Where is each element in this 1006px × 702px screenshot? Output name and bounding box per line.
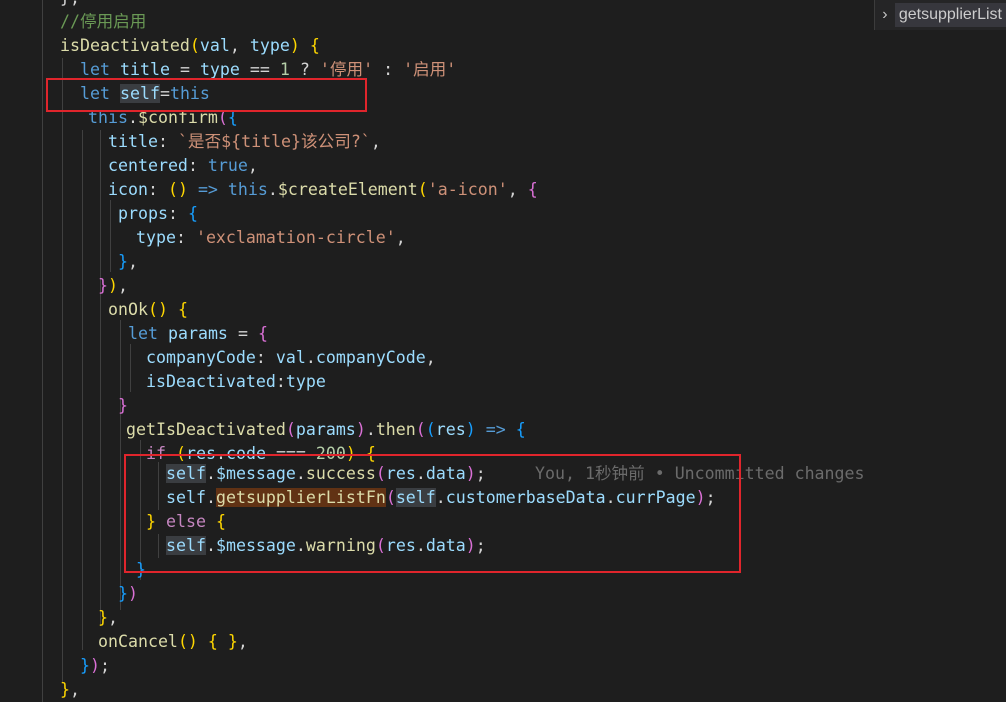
comment-token: //停用启用 xyxy=(60,12,147,31)
property-token: companyCode xyxy=(315,348,426,367)
string-token: 'a-icon' xyxy=(427,180,508,199)
property-key: type xyxy=(136,228,176,247)
property-key: icon xyxy=(108,180,148,199)
indent-guide xyxy=(82,130,83,650)
code-line: }, xyxy=(118,252,138,271)
operator-token: => xyxy=(197,180,218,199)
code-line-comment: //停用启用 xyxy=(60,10,146,34)
code-editor[interactable]: }, //停用启用 isDeactivated(val, type) { let… xyxy=(0,0,1006,702)
string-token: 'exclamation-circle' xyxy=(195,228,396,247)
keyword-token: this xyxy=(227,180,268,199)
code-line: props: { xyxy=(118,204,198,223)
operator-token: => xyxy=(485,420,506,439)
code-line: onOk() { xyxy=(108,300,188,319)
code-line: }); xyxy=(80,656,110,675)
keyword-token: true xyxy=(207,156,248,175)
operator-token: = xyxy=(179,60,190,79)
function-name: $createElement xyxy=(277,180,418,199)
indent-guide xyxy=(100,130,101,626)
property-key: title xyxy=(108,132,158,151)
operator-token: == xyxy=(249,60,270,79)
number-token: 1 xyxy=(279,60,290,79)
string-token: '停用' xyxy=(319,60,374,79)
variable-token: params xyxy=(167,324,228,343)
variable-token: type xyxy=(285,372,326,391)
indent-guide xyxy=(110,200,111,272)
code-line: icon: () => this.$createElement('a-icon'… xyxy=(108,180,538,199)
operator-token: = xyxy=(237,324,248,343)
code-line: title: `是否${title}该公司?`, xyxy=(108,132,381,151)
code-line: }) xyxy=(118,584,138,603)
highlight-box-let-self xyxy=(46,78,367,112)
function-name: getIsDeactivated xyxy=(126,420,286,439)
code-line: isDeactivated:type xyxy=(146,372,326,391)
operator-token: : xyxy=(383,60,394,79)
variable-token: type xyxy=(199,60,240,79)
code-line: } xyxy=(118,396,128,415)
indent-guide xyxy=(42,0,43,702)
variable-token: val xyxy=(275,348,306,367)
code-line: }, xyxy=(98,608,118,627)
indent-guide xyxy=(62,58,63,682)
function-name: then xyxy=(375,420,416,439)
breadcrumb-function-label[interactable]: getsupplierList xyxy=(894,3,1006,27)
function-name: onOk xyxy=(108,300,148,319)
code-line: onCancel() { }, xyxy=(98,632,248,651)
property-key: isDeactivated xyxy=(146,372,276,391)
code-line: getIsDeactivated(params).then((res) => { xyxy=(126,420,526,439)
property-key: props xyxy=(118,204,168,223)
code-line: companyCode: val.companyCode, xyxy=(146,348,436,367)
property-key: companyCode xyxy=(146,348,256,367)
chevron-right-icon[interactable]: › xyxy=(875,6,895,24)
indent-guide xyxy=(120,320,121,610)
param: val xyxy=(199,36,230,55)
param: type xyxy=(249,36,290,55)
keyword-token: let xyxy=(80,60,110,79)
indent-guide xyxy=(130,344,131,392)
keyword-token: let xyxy=(128,324,158,343)
variable-token: res xyxy=(435,420,466,439)
operator-token: ? xyxy=(299,60,310,79)
highlight-box-response-handler xyxy=(124,454,741,573)
code-line: let params = { xyxy=(128,324,268,343)
code-line: centered: true, xyxy=(108,156,258,175)
code-line: }), xyxy=(98,276,128,295)
code-line: type: 'exclamation-circle', xyxy=(136,228,406,247)
code-line: isDeactivated(val, type) { xyxy=(60,36,320,55)
code-line: }, xyxy=(60,0,80,10)
string-token: `是否${title}该公司?` xyxy=(177,132,371,151)
string-token: '启用' xyxy=(403,60,457,79)
function-name: onCancel xyxy=(98,632,178,651)
sticky-scroll-breadcrumb[interactable]: › getsupplierList xyxy=(874,0,1006,30)
token: }, xyxy=(60,0,80,7)
variable-token: title xyxy=(119,60,170,79)
variable-token: params xyxy=(295,420,356,439)
property-key: centered xyxy=(108,156,188,175)
code-line: }, xyxy=(60,680,80,699)
function-name: isDeactivated xyxy=(60,36,190,55)
